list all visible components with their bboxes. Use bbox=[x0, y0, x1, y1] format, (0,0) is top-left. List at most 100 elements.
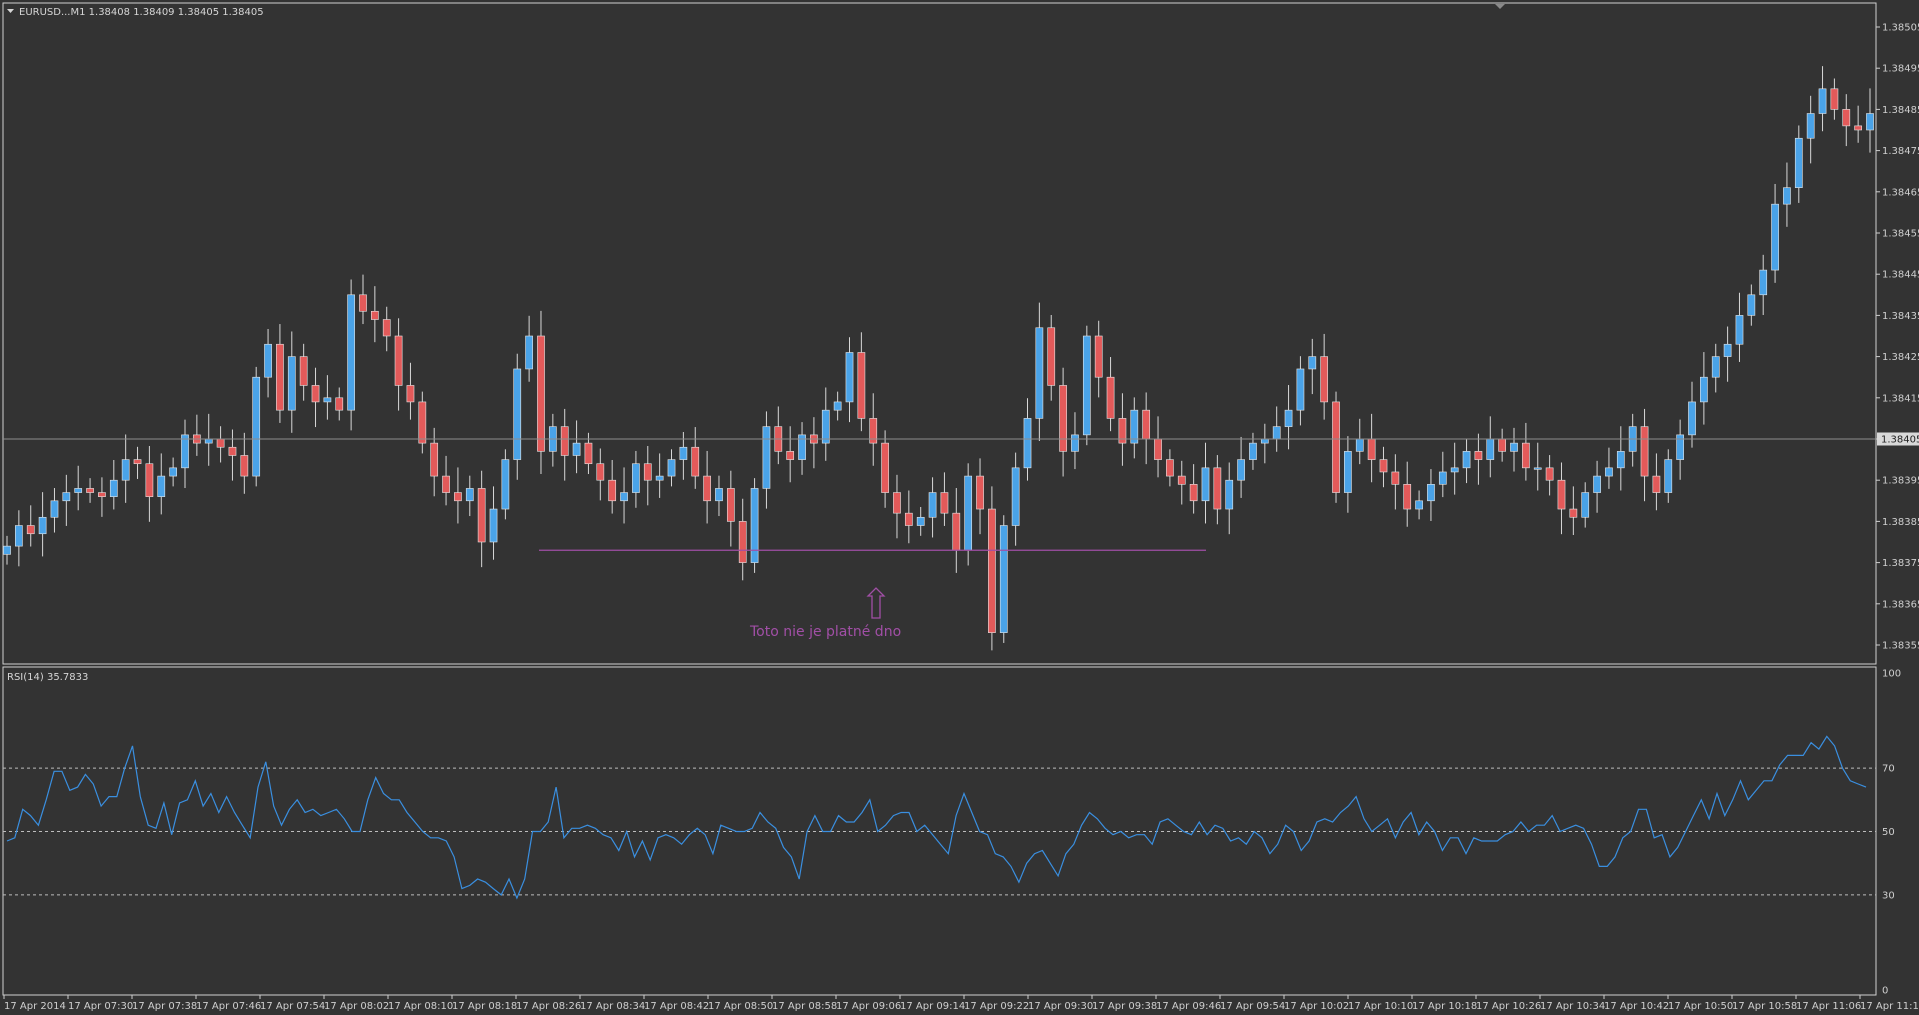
candle-body bbox=[1094, 335, 1103, 378]
candle-body bbox=[596, 463, 605, 481]
candle-body bbox=[1522, 442, 1530, 469]
candle-body bbox=[501, 459, 510, 510]
candle-body bbox=[335, 397, 344, 411]
candle-body bbox=[1711, 356, 1720, 378]
candle-body bbox=[1462, 451, 1471, 469]
candle-body bbox=[3, 545, 11, 555]
candle-body bbox=[1438, 471, 1447, 485]
candle-body bbox=[38, 516, 47, 535]
candle-body bbox=[762, 426, 771, 489]
price-tick-label: 1.38455 bbox=[1882, 229, 1919, 240]
price-tick-label: 1.38495 bbox=[1882, 64, 1919, 75]
candle-body bbox=[216, 438, 225, 448]
candle-body bbox=[1806, 113, 1815, 139]
candle-body bbox=[1272, 426, 1281, 440]
candle-body bbox=[786, 451, 795, 460]
candle-body bbox=[1082, 335, 1091, 436]
candle-body bbox=[1320, 356, 1329, 403]
rsi-tick-label: 50 bbox=[1882, 827, 1895, 838]
price-tick-label: 1.38415 bbox=[1882, 393, 1919, 404]
candle-body bbox=[1581, 492, 1590, 518]
current-price-label: 1.38405 bbox=[1881, 435, 1919, 446]
candle-body bbox=[1344, 451, 1352, 493]
candle-body bbox=[1308, 356, 1317, 370]
candle-body bbox=[1213, 467, 1222, 510]
candle-body bbox=[1237, 459, 1245, 481]
candle-body bbox=[228, 446, 237, 456]
candle-body bbox=[620, 492, 628, 502]
candle-body bbox=[976, 475, 984, 510]
time-tick-label: 17 Apr 10:02 bbox=[1284, 1001, 1349, 1012]
price-tick-label: 1.38375 bbox=[1882, 558, 1919, 569]
candle-body bbox=[264, 343, 272, 378]
candle-body bbox=[109, 479, 118, 497]
candle-body bbox=[1260, 438, 1269, 444]
candle-body bbox=[738, 521, 747, 563]
candle-body bbox=[1011, 467, 1020, 526]
candle-body bbox=[1818, 88, 1827, 114]
rsi-tick-label: 30 bbox=[1882, 890, 1895, 901]
candle-body bbox=[1486, 438, 1495, 460]
candle-body bbox=[1035, 327, 1044, 419]
candle-body bbox=[1557, 479, 1566, 510]
time-tick-label: 17 Apr 11:06 bbox=[1796, 1001, 1861, 1012]
candle-body bbox=[940, 492, 949, 514]
candle-body bbox=[667, 459, 676, 477]
candle-body bbox=[537, 335, 545, 452]
price-tick-label: 1.38435 bbox=[1882, 311, 1919, 322]
candle-body bbox=[821, 409, 830, 444]
candle-body bbox=[145, 463, 154, 497]
candle-body bbox=[382, 319, 391, 337]
candle-body bbox=[1284, 409, 1293, 427]
candle-body bbox=[1142, 409, 1151, 440]
candle-body bbox=[988, 508, 996, 633]
candle-body bbox=[1450, 467, 1459, 473]
candle-body bbox=[1166, 459, 1174, 477]
candle-body bbox=[1605, 467, 1613, 477]
candle-body bbox=[715, 488, 723, 502]
candle-body bbox=[359, 294, 367, 312]
candle-body bbox=[26, 525, 35, 535]
price-tick-label: 1.38395 bbox=[1882, 476, 1919, 487]
time-tick-label: 17 Apr 07:46 bbox=[196, 1001, 261, 1012]
candle-body bbox=[999, 525, 1008, 633]
candle-body bbox=[121, 459, 130, 481]
candle-body bbox=[833, 401, 842, 411]
price-tick-label: 1.38485 bbox=[1882, 105, 1919, 116]
candle-body bbox=[252, 376, 261, 477]
candle-body bbox=[1688, 401, 1696, 436]
candle-body bbox=[1593, 475, 1601, 493]
candle-body bbox=[964, 475, 973, 551]
candle-body bbox=[1510, 442, 1518, 452]
candle-body bbox=[655, 475, 664, 481]
candle-body bbox=[1225, 479, 1234, 510]
candle-body bbox=[1616, 451, 1625, 469]
candle-body bbox=[1759, 269, 1768, 296]
candle-body bbox=[477, 488, 486, 543]
price-tick-label: 1.38355 bbox=[1882, 641, 1919, 652]
candle-body bbox=[1177, 475, 1186, 485]
time-tick-label: 17 Apr 10:42 bbox=[1604, 1001, 1669, 1012]
time-tick-label: 17 Apr 09:38 bbox=[1092, 1001, 1157, 1012]
time-tick-label: 17 Apr 10:58 bbox=[1732, 1001, 1797, 1012]
candle-body bbox=[1189, 484, 1198, 502]
candle-body bbox=[1747, 294, 1756, 316]
price-tick-label: 1.38365 bbox=[1882, 599, 1919, 610]
price-tick-label: 1.38465 bbox=[1882, 187, 1919, 198]
candle-body bbox=[608, 479, 617, 502]
candle-body bbox=[406, 385, 415, 403]
candle-body bbox=[323, 397, 332, 403]
candle-body bbox=[643, 463, 652, 481]
candle-body bbox=[1403, 484, 1412, 510]
trading-chart[interactable]: EURUSD...M1 1.38408 1.38409 1.38405 1.38… bbox=[0, 0, 1919, 1015]
candle-body bbox=[1249, 442, 1257, 460]
candle-body bbox=[1533, 467, 1542, 470]
candle-body bbox=[1130, 409, 1139, 444]
candle-body bbox=[1652, 475, 1661, 493]
time-tick-label: 17 Apr 10:18 bbox=[1412, 1001, 1477, 1012]
annotation-text[interactable]: Toto nie je platné dno bbox=[749, 624, 901, 640]
time-tick-label: 17 Apr 08:50 bbox=[708, 1001, 773, 1012]
time-tick-label: 17 Apr 09:54 bbox=[1220, 1001, 1285, 1012]
time-tick-label: 17 Apr 08:02 bbox=[324, 1001, 389, 1012]
candle-body bbox=[394, 335, 403, 386]
